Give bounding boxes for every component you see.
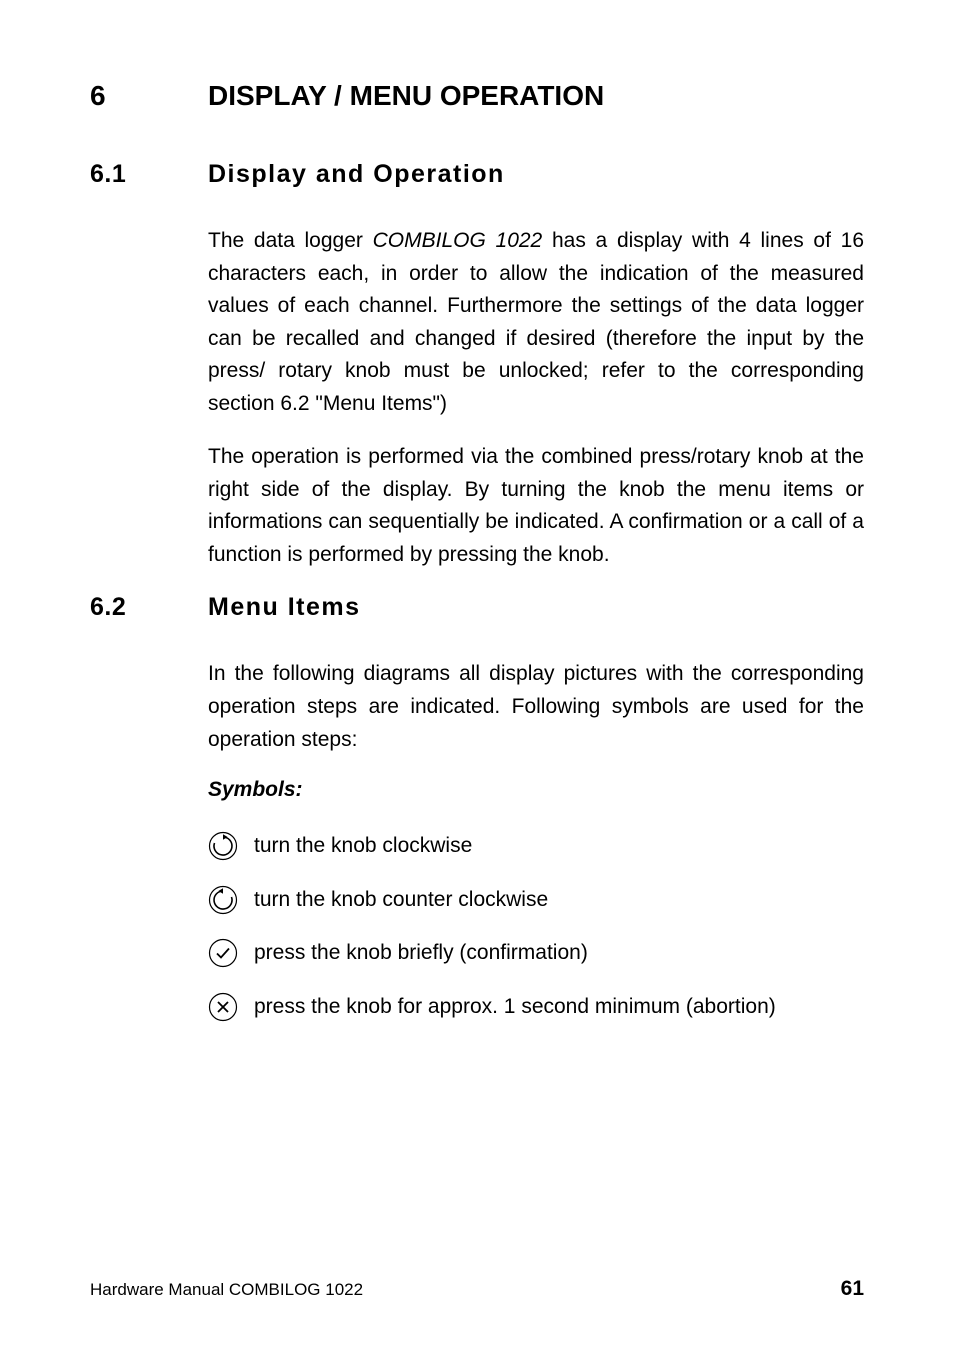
check-icon — [208, 937, 254, 968]
symbol-text: press the knob for approx. 1 second mini… — [254, 991, 864, 1023]
product-name: COMBILOG 1022 — [373, 229, 543, 252]
heading-2-title: Menu Items — [208, 593, 361, 622]
heading-1: 6 DISPLAY / MENU OPERATION — [90, 80, 864, 112]
heading-2-title: Display and Operation — [208, 160, 505, 189]
symbol-item: turn the knob counter clockwise — [208, 884, 864, 916]
paragraph: In the following diagrams all display pi… — [208, 658, 864, 756]
page-footer: Hardware Manual COMBILOG 1022 61 — [90, 1277, 864, 1301]
counter-clockwise-icon — [208, 884, 254, 915]
text-span: The data logger — [208, 229, 373, 252]
heading-1-title: DISPLAY / MENU OPERATION — [208, 80, 604, 112]
symbols-heading: Symbols: — [208, 778, 864, 802]
paragraph: The data logger COMBILOG 1022 has a disp… — [208, 225, 864, 420]
heading-2-number: 6.2 — [90, 593, 208, 622]
section-61-body: The data logger COMBILOG 1022 has a disp… — [208, 225, 864, 571]
clockwise-icon — [208, 830, 254, 861]
symbol-text: turn the knob counter clockwise — [254, 884, 864, 916]
heading-2-number: 6.1 — [90, 160, 208, 189]
symbol-text: press the knob briefly (confirmation) — [254, 937, 864, 969]
symbol-item: press the knob briefly (confirmation) — [208, 937, 864, 969]
symbol-item: turn the knob clockwise — [208, 830, 864, 862]
cross-icon — [208, 991, 254, 1022]
paragraph: The operation is performed via the combi… — [208, 441, 864, 571]
page: 6 DISPLAY / MENU OPERATION 6.1 Display a… — [0, 0, 954, 1351]
footer-text: Hardware Manual COMBILOG 1022 — [90, 1280, 363, 1300]
heading-2-display: 6.1 Display and Operation — [90, 160, 864, 189]
symbol-item: press the knob for approx. 1 second mini… — [208, 991, 864, 1023]
page-number: 61 — [841, 1277, 864, 1301]
symbol-text: turn the knob clockwise — [254, 830, 864, 862]
heading-1-number: 6 — [90, 80, 208, 112]
text-span: has a display with 4 lines of 16 charact… — [208, 229, 864, 415]
section-62-body: In the following diagrams all display pi… — [208, 658, 864, 1022]
heading-2-menu: 6.2 Menu Items — [90, 593, 864, 622]
